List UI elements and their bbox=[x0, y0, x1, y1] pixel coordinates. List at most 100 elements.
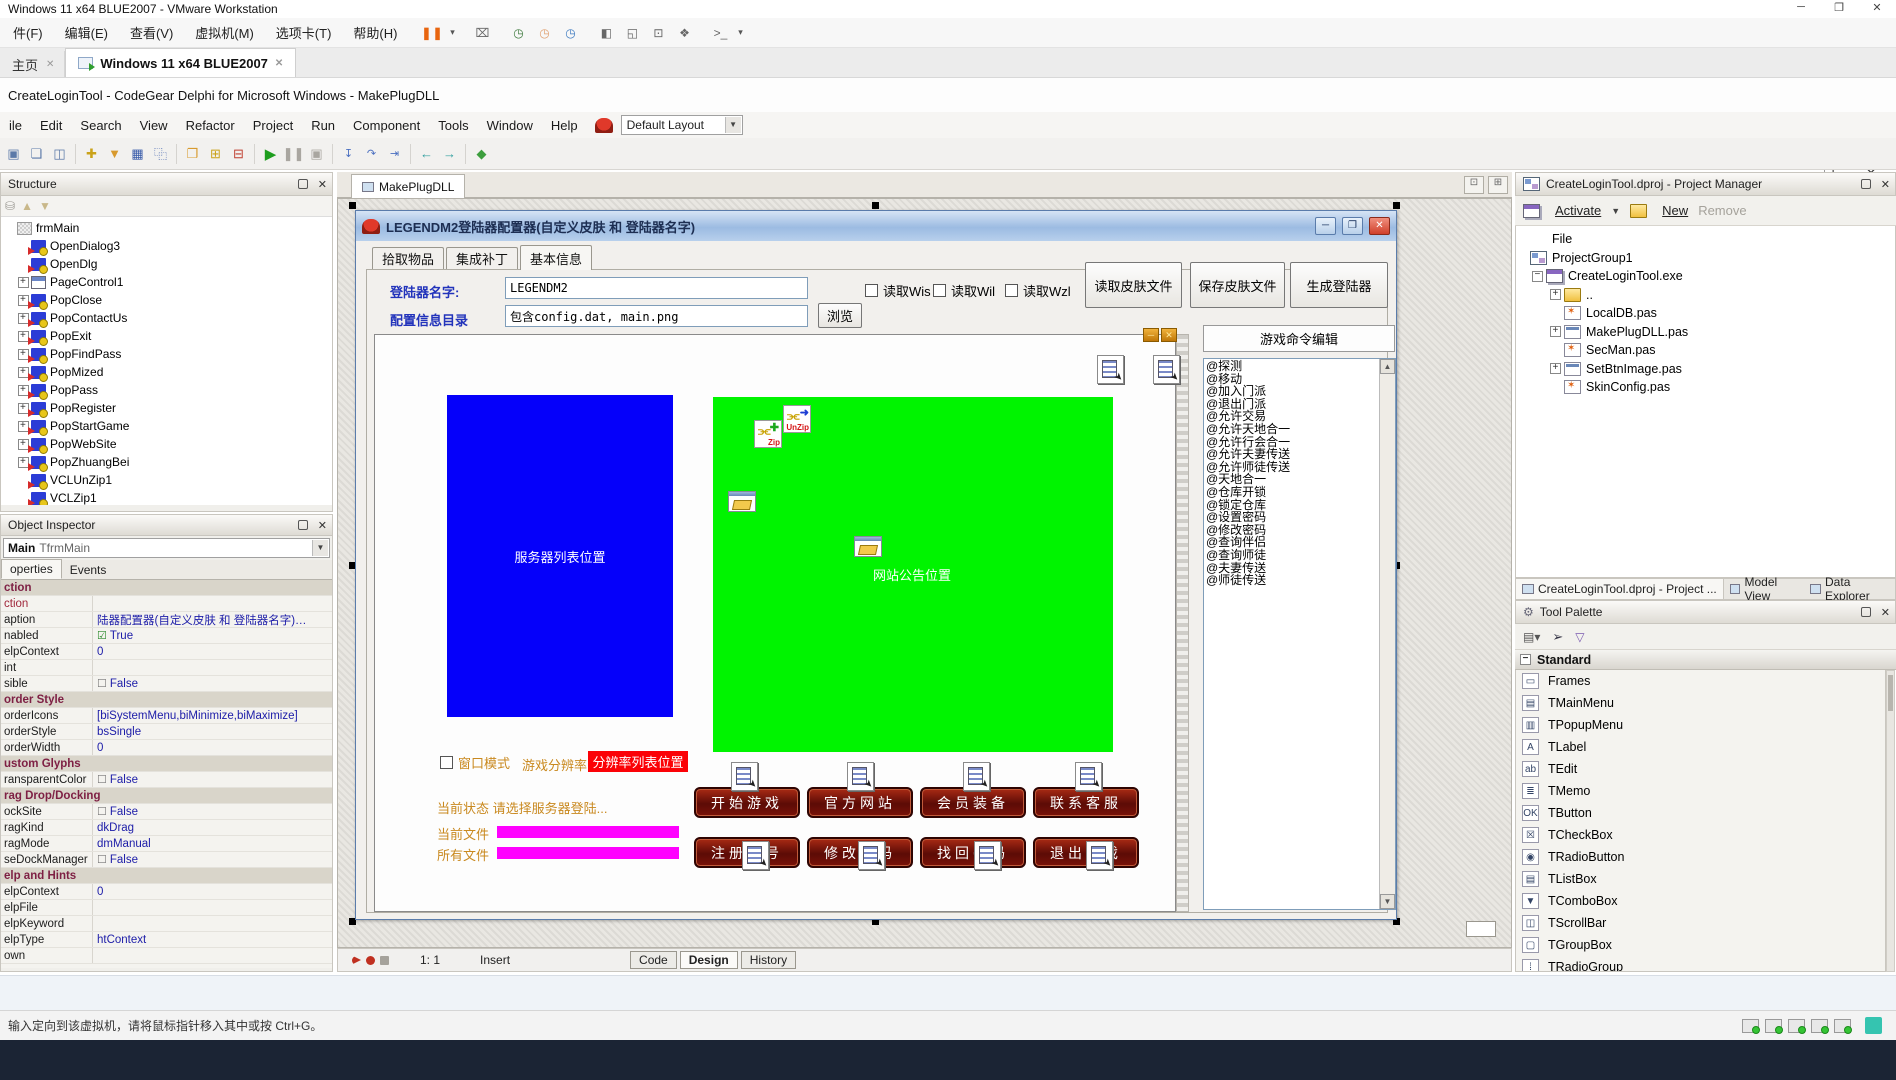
sep[interactable] bbox=[172, 143, 181, 165]
tab-vm-active[interactable]: Windows 11 x64 BLUE2007 ✕ bbox=[65, 48, 296, 77]
property-row[interactable]: elpContext 0 bbox=[1, 644, 332, 660]
expand-icon[interactable] bbox=[1516, 234, 1527, 245]
open-project-icon[interactable]: ❐ bbox=[181, 143, 204, 165]
hard-disk-device-icon[interactable] bbox=[1742, 1019, 1759, 1033]
save-icon[interactable]: ▦ bbox=[126, 143, 149, 165]
close-icon[interactable]: ✕ bbox=[318, 178, 327, 191]
skin-action-button[interactable]: 生成登陆器 bbox=[1290, 262, 1388, 308]
package-icon[interactable]: ◆ bbox=[470, 143, 493, 165]
property-row[interactable]: order Style bbox=[1, 692, 332, 708]
command-list-item[interactable]: @允许天地合一 bbox=[1206, 423, 1395, 436]
read-file-checkbox[interactable]: 读取Wis bbox=[865, 281, 931, 300]
sep[interactable] bbox=[71, 143, 80, 165]
expand-icon[interactable] bbox=[1550, 363, 1561, 374]
pause-button-icon[interactable]: ❚❚ bbox=[420, 22, 444, 44]
delphi-menu-item[interactable]: Window bbox=[478, 115, 542, 136]
checkbox-icon[interactable] bbox=[933, 284, 946, 297]
vmware-menu-item[interactable]: 帮助(H) bbox=[344, 20, 406, 45]
back-icon[interactable]: ← bbox=[415, 143, 438, 165]
sep[interactable] bbox=[406, 143, 415, 165]
project-tree-item[interactable]: LocalDB.pas bbox=[1516, 304, 1895, 323]
macro-play-icon[interactable] bbox=[352, 956, 361, 965]
network-device-icon[interactable] bbox=[1788, 1019, 1805, 1033]
project-tree-item[interactable]: SetBtnImage.pas bbox=[1516, 360, 1895, 379]
property-row[interactable]: orderStyle bsSingle bbox=[1, 724, 332, 740]
new-folder-icon[interactable]: ⛁ bbox=[5, 199, 15, 213]
property-row[interactable]: ransparentColor False bbox=[1, 772, 332, 788]
structure-tree-item[interactable]: VCLUnZip1 bbox=[1, 471, 332, 489]
form-tab-patch[interactable]: 集成补丁 bbox=[446, 247, 518, 269]
step-over-icon[interactable]: ↷ bbox=[360, 143, 383, 165]
close-icon[interactable]: ✕ bbox=[275, 58, 283, 69]
command-list-item[interactable]: @仓库开锁 bbox=[1206, 486, 1395, 499]
palette-item[interactable]: A TLabel bbox=[1516, 736, 1885, 758]
delphi-menu-item[interactable]: Project bbox=[244, 115, 302, 136]
stop-icon[interactable]: ▣ bbox=[305, 143, 328, 165]
structure-tree-item[interactable]: OpenDlg bbox=[1, 255, 332, 273]
skin-action-button[interactable]: 保存皮肤文件 bbox=[1190, 262, 1285, 308]
browse-button[interactable]: 浏览 bbox=[818, 303, 862, 328]
property-row[interactable]: ragKind dkDrag bbox=[1, 820, 332, 836]
sep[interactable] bbox=[584, 22, 592, 44]
tab-home[interactable]: 主页 ✕ bbox=[2, 51, 65, 77]
vclzip-component-icon[interactable]: ⫘ ✚ Zip bbox=[754, 420, 782, 448]
run-button-icon[interactable]: ▶ bbox=[259, 143, 282, 165]
delphi-menu-item[interactable]: Refactor bbox=[177, 115, 244, 136]
game-button[interactable]: 找回密码 bbox=[920, 837, 1026, 868]
sep[interactable] bbox=[461, 143, 470, 165]
property-row[interactable]: rag Drop/Docking bbox=[1, 788, 332, 804]
property-row[interactable]: int bbox=[1, 660, 332, 676]
palette-item[interactable]: OK TButton bbox=[1516, 802, 1885, 824]
tab-model-view[interactable]: Model View bbox=[1724, 579, 1805, 599]
console-view-icon[interactable]: ◱ bbox=[620, 22, 644, 44]
delphi-menu-item[interactable]: Run bbox=[302, 115, 344, 136]
trace-source-icon[interactable]: ⇥ bbox=[383, 143, 406, 165]
tab-events[interactable]: Events bbox=[62, 561, 115, 579]
sep[interactable] bbox=[250, 143, 259, 165]
checkbox-icon[interactable] bbox=[440, 756, 453, 769]
game-button[interactable]: 官方网站 bbox=[807, 787, 913, 818]
palette-item[interactable]: ▥ TPopupMenu bbox=[1516, 714, 1885, 736]
open-file-icon[interactable]: ▼ bbox=[103, 143, 126, 165]
paste-component-icon[interactable] bbox=[1075, 762, 1102, 791]
send-ctrl-alt-del-icon[interactable]: ⌧ bbox=[470, 22, 494, 44]
project-tree-item[interactable]: SkinConfig.pas bbox=[1516, 378, 1895, 397]
property-row[interactable]: elpKeyword bbox=[1, 916, 332, 932]
tab-properties[interactable]: operties bbox=[1, 559, 62, 579]
chevron-down-icon[interactable]: ▼ bbox=[725, 117, 741, 133]
checkbox-icon[interactable] bbox=[865, 284, 878, 297]
property-row[interactable]: elpType htContext bbox=[1, 932, 332, 948]
show-library-icon[interactable]: ◧ bbox=[594, 22, 618, 44]
form-tab-pickup[interactable]: 拾取物品 bbox=[372, 247, 444, 269]
game-button[interactable]: 会员装备 bbox=[920, 787, 1026, 818]
game-button[interactable]: 开始游戏 bbox=[694, 787, 800, 818]
editor-tab-makeplugdll[interactable]: MakePlugDLL bbox=[351, 174, 465, 198]
paste-component-icon[interactable] bbox=[1153, 355, 1180, 384]
expand-icon[interactable] bbox=[1550, 382, 1561, 393]
command-list-item[interactable]: @探测 bbox=[1206, 360, 1395, 373]
manage-snapshots-icon[interactable]: ◷ bbox=[558, 22, 582, 44]
property-row[interactable]: seDockManager False bbox=[1, 852, 332, 868]
pin-icon[interactable] bbox=[298, 179, 308, 189]
palette-item[interactable]: ab TEdit bbox=[1516, 758, 1885, 780]
property-row[interactable]: orderIcons [biSystemMenu,biMinimize,biMa… bbox=[1, 708, 332, 724]
new-button[interactable]: New bbox=[1662, 203, 1688, 218]
structure-tree-item[interactable]: PopExit bbox=[1, 327, 332, 345]
trace-into-icon[interactable]: ↧ bbox=[337, 143, 360, 165]
open-dialog-component-icon[interactable] bbox=[854, 536, 882, 557]
close-icon[interactable]: ✕ bbox=[318, 519, 327, 532]
skin-minimize-icon[interactable]: ─ bbox=[1143, 328, 1159, 342]
property-row[interactable]: own bbox=[1, 948, 332, 964]
cd-device-icon[interactable] bbox=[1765, 1019, 1782, 1033]
unity-icon[interactable]: ❖ bbox=[672, 22, 696, 44]
listbox-scrollbar[interactable]: ▲ ▼ bbox=[1379, 359, 1395, 909]
property-row[interactable]: ragMode dmManual bbox=[1, 836, 332, 852]
structure-tree-item[interactable]: PageControl1 bbox=[1, 273, 332, 291]
object-selector-combo[interactable]: Main TfrmMain ▼ bbox=[3, 538, 330, 558]
structure-tree-item[interactable]: OpenDialog3 bbox=[1, 237, 332, 255]
checkbox-icon[interactable] bbox=[1005, 284, 1018, 297]
project-tree-item[interactable]: .. bbox=[1516, 286, 1895, 305]
command-list-item[interactable]: @加入门派 bbox=[1206, 385, 1395, 398]
read-file-checkbox[interactable]: 读取Wil bbox=[933, 281, 995, 300]
paste-component-icon[interactable] bbox=[1097, 355, 1124, 384]
